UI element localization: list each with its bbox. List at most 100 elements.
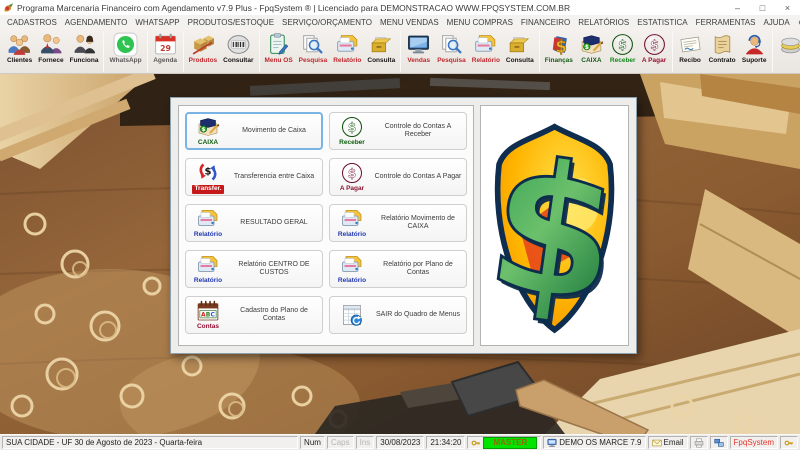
whatsapp-button[interactable]: WhatsApp — [106, 30, 144, 66]
relatorio-os-button[interactable]: Relatório — [330, 30, 364, 66]
toolbar-group-financeiro: Finanças CAIXA Receber A Pagar — [542, 30, 670, 66]
menu-buttons-panel: CAIXA Movimento de Caixa Receber Control… — [178, 105, 474, 346]
maximize-button[interactable]: □ — [750, 0, 775, 15]
menu-financeiro[interactable]: FINANCEIRO — [517, 18, 574, 27]
consulta-os-button[interactable]: Consulta — [364, 30, 398, 66]
status-insert: Ins — [355, 436, 375, 449]
printer-icon — [195, 253, 221, 277]
consulta-vendas-button[interactable]: Consulta — [503, 30, 537, 66]
financeiro-menu-dialog: CAIXA Movimento de Caixa Receber Control… — [170, 97, 637, 354]
relatorio-plano-de-contas-button[interactable]: Relatório Relatório por Plano de Contas — [329, 250, 467, 288]
menu-vendas[interactable]: MENU VENDAS — [376, 18, 443, 27]
toolbar-group-whatsapp: WhatsApp — [106, 30, 144, 66]
menu-cadastros[interactable]: CADASTROS — [3, 18, 61, 27]
printer-icon — [339, 207, 365, 231]
status-brand: FpqSystem — [729, 436, 778, 449]
status-location: SUA CIDADE - UF 30 de Agosto de 2023 - Q… — [2, 436, 299, 449]
red-coin-icon — [642, 32, 667, 57]
status-caps-lock: Caps — [326, 436, 354, 449]
menu-relatorios[interactable]: RELATÓRIOS — [574, 18, 633, 27]
clipboard-icon — [266, 32, 291, 57]
desktop: CAIXA Movimento de Caixa Receber Control… — [0, 74, 800, 434]
toolbar-group-agenda: 29 Agenda — [150, 30, 181, 66]
relatorio-movimento-caixa-button[interactable]: Relatório Relatório Movimento de CAIXA — [329, 204, 467, 242]
coin-stack-icon — [778, 32, 800, 57]
relatorio-vendas-button[interactable]: Relatório — [469, 30, 503, 66]
toolbar-group-vendas: Vendas Pesquisa Relatório Consulta — [403, 30, 537, 66]
caixa-button[interactable]: CAIXA — [576, 30, 607, 66]
menu-produtos-estoque[interactable]: PRODUTOS/ESTOQUE — [184, 18, 278, 27]
fornecedor-button[interactable]: Fornece — [35, 30, 66, 66]
consultar-produtos-button[interactable]: Consultar — [220, 30, 256, 66]
dollar-shield-logo: $ $ — [484, 117, 625, 342]
transfer-arrows-icon — [195, 160, 221, 184]
menubar: CADASTROS AGENDAMENTO WHATSAPP PRODUTOS/… — [0, 15, 800, 29]
search-pages-icon — [300, 32, 325, 57]
toolbar-separator — [400, 31, 402, 72]
pesquisa-os-button[interactable]: Pesquisa — [296, 30, 331, 66]
menu-agendamento[interactable]: AGENDAMENTO — [61, 18, 132, 27]
status-network[interactable] — [709, 436, 728, 449]
status-email[interactable]: Email — [647, 436, 688, 449]
funcionario-button[interactable]: Funciona — [67, 30, 102, 66]
sair-do-quadro-button[interactable]: SAIR do Quadro de Menus — [329, 296, 467, 334]
moedas-button[interactable] — [775, 30, 800, 66]
toolbar-group-sair: EXIT — [775, 30, 800, 66]
transferencia-entre-caixa-button[interactable]: Transfer. Transferencia entre Caixa — [185, 158, 323, 196]
menu-estatistica[interactable]: ESTATISTICA — [633, 18, 691, 27]
status-num-lock: Num — [300, 436, 325, 449]
menu-whatsapp[interactable]: WHATSAPP — [131, 18, 183, 27]
menu-ajuda[interactable]: AJUDA — [759, 18, 793, 27]
contas-a-receber-button[interactable]: Receber Controle do Contas A Receber — [329, 112, 467, 150]
a-pagar-button[interactable]: A Pagar — [639, 30, 670, 66]
contrato-button[interactable]: Contrato — [706, 30, 739, 66]
relatorio-centro-de-custos-button[interactable]: Relatório Relatório CENTRO DE CUSTOS — [185, 250, 323, 288]
financas-button[interactable]: Finanças — [542, 30, 576, 66]
toolbar-separator — [258, 31, 260, 72]
statusbar: SUA CIDADE - UF 30 de Agosto de 2023 - Q… — [0, 434, 800, 450]
abc-calendar-icon: A B C — [197, 300, 219, 321]
user-badge: MASTER — [483, 436, 538, 449]
key-icon — [784, 440, 793, 445]
monitor-icon — [406, 32, 431, 57]
toolbar-group-cadastros: Clientes Fornece Funciona — [4, 30, 101, 66]
network-computers-icon — [713, 438, 724, 447]
movimento-de-caixa-button[interactable]: CAIXA Movimento de Caixa — [185, 112, 323, 150]
recibo-button[interactable]: Recibo — [675, 30, 706, 66]
menu-ferramentas[interactable]: FERRAMENTAS — [692, 18, 760, 27]
agenda-button[interactable]: 29 Agenda — [150, 30, 181, 66]
red-coin-icon — [339, 161, 365, 185]
pesquisa-vendas-button[interactable]: Pesquisa — [434, 30, 469, 66]
printer-icon — [339, 253, 365, 277]
minimize-button[interactable]: – — [725, 0, 750, 15]
whatsapp-icon — [113, 32, 138, 57]
resultado-geral-button[interactable]: Relatório RESULTADO GERAL — [185, 204, 323, 242]
calendar-icon: 29 — [154, 33, 176, 55]
contas-a-pagar-button[interactable]: A Pagar Controle do Contas A Pagar — [329, 158, 467, 196]
clientes-button[interactable]: Clientes — [4, 30, 35, 66]
suporte-button[interactable]: Suporte — [739, 30, 770, 66]
finance-dollar-icon — [546, 32, 571, 57]
menu-email[interactable]: E-MAIL — [794, 17, 800, 27]
drawer-icon — [507, 32, 532, 57]
toolbar-separator — [771, 31, 773, 72]
svg-text:$: $ — [484, 118, 625, 341]
printer-icon — [335, 32, 360, 57]
cadastro-plano-de-contas-button[interactable]: A B C Contas Cadastro do Plano de Contas — [185, 296, 323, 334]
receber-button[interactable]: Receber — [607, 30, 639, 66]
toolbar-separator — [146, 31, 148, 72]
menu-os-button[interactable]: Menu OS — [262, 30, 296, 66]
spreadsheet-back-arrow-icon — [339, 303, 365, 327]
employee-person-icon — [72, 32, 97, 57]
status-printer[interactable] — [689, 436, 708, 449]
menu-servico-orcamento[interactable]: SERVIÇO/ORÇAMENTO — [278, 18, 376, 27]
menu-compras[interactable]: MENU COMPRAS — [443, 18, 517, 27]
vendas-button[interactable]: Vendas — [403, 30, 434, 66]
boxes-icon — [190, 32, 215, 57]
produtos-button[interactable]: Produtos — [186, 30, 221, 66]
printer-icon — [473, 32, 498, 57]
close-button[interactable]: × — [775, 0, 800, 15]
clients-people-icon — [7, 32, 32, 57]
green-coin-icon — [339, 115, 365, 139]
search-pages-icon — [439, 32, 464, 57]
